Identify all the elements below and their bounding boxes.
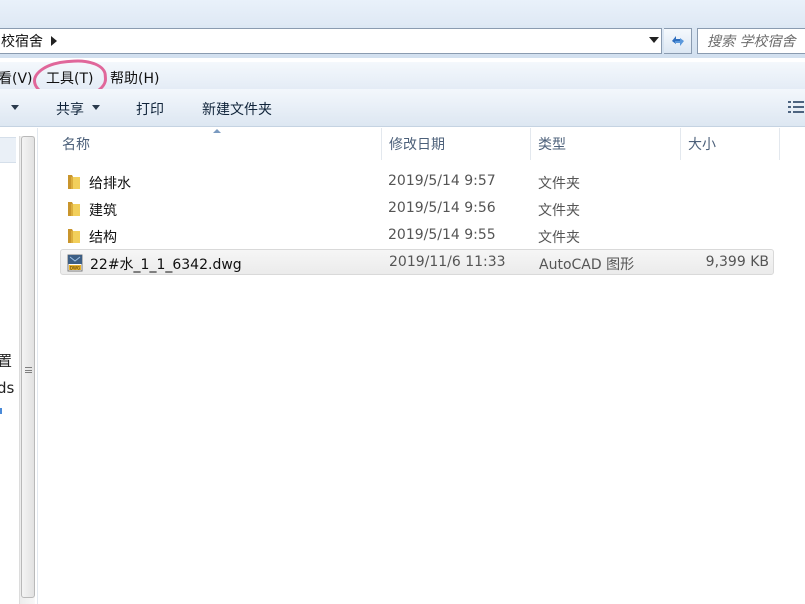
menu-help[interactable]: 帮助(H) (110, 68, 159, 88)
file-row[interactable]: 结构 2019/5/14 9:55 文件夹 (60, 223, 774, 249)
refresh-button[interactable] (664, 28, 692, 54)
file-date: 2019/5/14 9:57 (388, 173, 496, 189)
svg-text:DWG: DWG (70, 265, 80, 270)
column-size-label: 大小 (688, 137, 716, 153)
file-row[interactable]: 给排水 2019/5/14 9:57 文件夹 (60, 169, 774, 195)
nav-item-marker (0, 408, 2, 414)
share-dropdown-icon[interactable] (92, 105, 100, 110)
file-name: 给排水 (89, 176, 131, 192)
address-dropdown-icon[interactable] (649, 37, 659, 43)
file-name: 22#水_1_1_6342.dwg (90, 257, 242, 273)
file-list-pane: 名称 修改日期 类型 大小 给排水 2019/5/14 9:57 文件夹 建筑 … (39, 128, 805, 604)
share-button[interactable]: 共享 (56, 99, 84, 119)
nav-scrollbar-thumb[interactable] (21, 136, 35, 598)
window-top-strip (0, 0, 805, 25)
menu-bar: 看(V) 工具(T) 帮助(H) (0, 62, 805, 89)
file-type: AutoCAD 图形 (539, 257, 635, 273)
menu-view[interactable]: 看(V) (0, 68, 33, 88)
print-button[interactable]: 打印 (136, 99, 164, 119)
address-row: 校宿舍 搜索 学校宿舍 (0, 25, 805, 58)
organize-dropdown-icon[interactable] (11, 105, 19, 110)
column-date-label: 修改日期 (389, 137, 445, 153)
nav-selected-item[interactable] (0, 137, 16, 163)
sort-ascending-icon (213, 129, 221, 133)
search-input[interactable]: 搜索 学校宿舍 (697, 28, 805, 54)
file-type: 文件夹 (538, 203, 580, 219)
command-toolbar: 共享 打印 新建文件夹 (0, 89, 805, 127)
refresh-icon (671, 36, 684, 46)
column-headers: 名称 修改日期 类型 大小 (39, 128, 805, 160)
file-date: 2019/5/14 9:56 (388, 200, 496, 216)
column-type-label: 类型 (538, 137, 566, 153)
breadcrumb-chevron-right-icon[interactable] (51, 36, 57, 46)
file-size: 9,399 KB (705, 254, 769, 270)
view-options-icon[interactable] (787, 99, 805, 115)
file-date: 2019/5/14 9:55 (388, 227, 496, 243)
file-type: 文件夹 (538, 230, 580, 246)
nav-item-1[interactable]: 置 (0, 350, 12, 371)
file-date: 2019/11/6 11:33 (389, 254, 506, 270)
file-name: 结构 (89, 230, 117, 246)
folder-icon (68, 229, 80, 243)
column-header-date[interactable]: 修改日期 (381, 128, 531, 160)
file-type: 文件夹 (538, 176, 580, 192)
column-header-type[interactable]: 类型 (530, 128, 681, 160)
breadcrumb-segment[interactable]: 校宿舍 (0, 31, 43, 51)
folder-icon (68, 202, 80, 216)
dwg-file-icon: DWG (67, 254, 83, 272)
folder-icon (68, 175, 80, 189)
file-row-selected[interactable]: DWG 22#水_1_1_6342.dwg 2019/11/6 11:33 Au… (60, 249, 774, 275)
nav-scrollbar[interactable] (19, 136, 35, 604)
column-header-size[interactable]: 大小 (680, 128, 780, 160)
search-placeholder: 搜索 学校宿舍 (707, 34, 796, 50)
menu-tools[interactable]: 工具(T) (46, 68, 93, 88)
new-folder-button[interactable]: 新建文件夹 (202, 99, 272, 119)
nav-item-2[interactable]: ds (0, 379, 14, 397)
scrollbar-grip-icon (25, 367, 32, 373)
column-name-label: 名称 (62, 137, 90, 153)
file-name: 建筑 (89, 203, 117, 219)
file-row[interactable]: 建筑 2019/5/14 9:56 文件夹 (60, 196, 774, 222)
address-bar[interactable]: 校宿舍 (0, 28, 662, 54)
